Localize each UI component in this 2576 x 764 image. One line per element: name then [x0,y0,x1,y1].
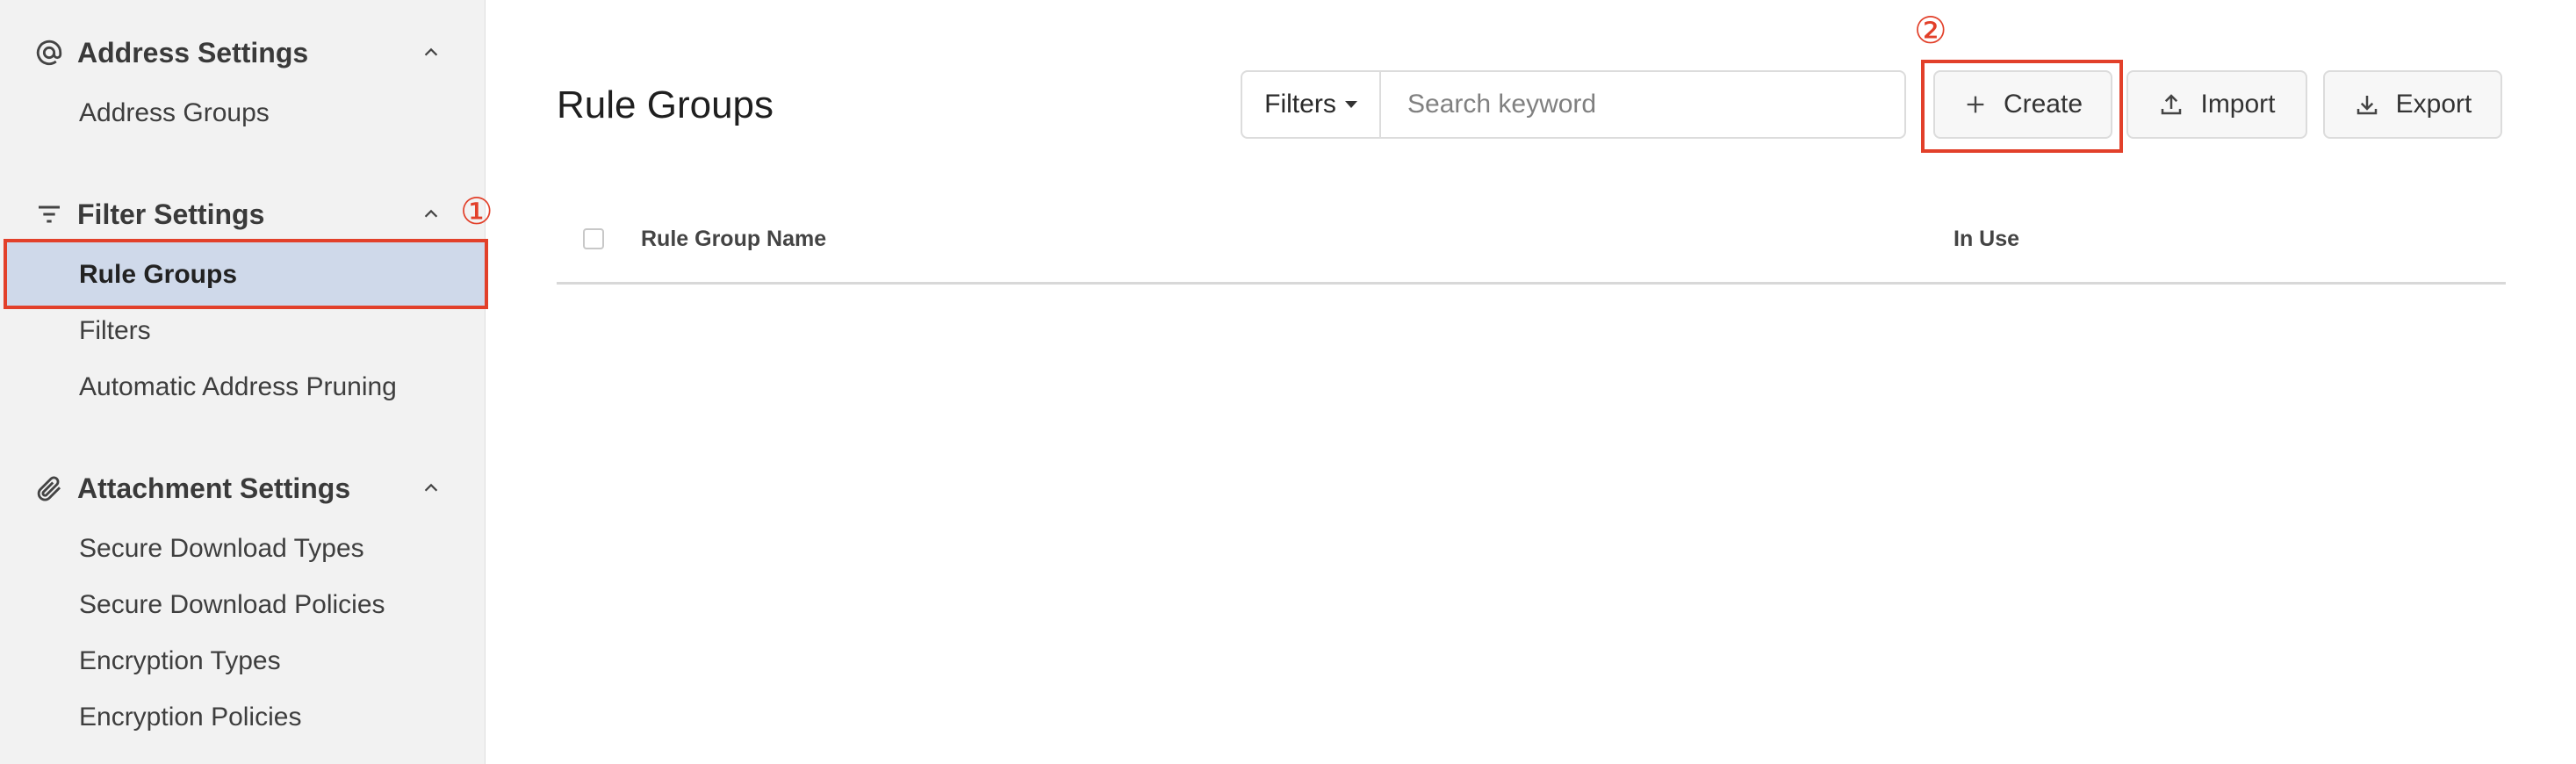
upload-icon [2162,94,2182,115]
sidebar-item-secure-download-policies[interactable]: Secure Download Policies [79,590,385,620]
export-button[interactable]: Export [2323,70,2502,139]
filter-lines-icon [32,197,67,232]
page-title: Rule Groups [557,83,774,126]
annotation-marker-2: ② [1914,9,1947,52]
import-button[interactable]: Import [2126,70,2307,139]
active-item-background [4,239,486,307]
caret-down-icon [1344,101,1357,108]
create-label: Create [2003,90,2083,119]
sidebar-item-rule-groups[interactable]: Rule Groups [79,260,237,290]
section-filter-settings[interactable]: Filter Settings [32,195,444,234]
annotation-marker-1: ① [460,190,493,233]
chevron-up-icon[interactable] [418,201,444,227]
sidebar-item-encryption-policies[interactable]: Encryption Policies [79,703,301,732]
paperclip-icon [32,471,67,506]
sidebar-item-filters[interactable]: Filters [79,316,151,346]
import-label: Import [2200,90,2276,119]
sidebar-item-automatic-address-pruning[interactable]: Automatic Address Pruning [79,372,397,402]
sidebar-item-secure-download-types[interactable]: Secure Download Types [79,534,364,564]
filters-label: Filters [1264,90,1336,119]
section-address-settings[interactable]: Address Settings [32,33,444,72]
section-label: Address Settings [77,36,309,68]
search-input[interactable] [1381,72,1904,137]
sidebar: Address Settings Address Groups Filter S… [0,0,486,764]
column-header-in-use[interactable]: In Use [1954,227,2019,252]
table-header: Rule Group Name In Use [557,211,2506,285]
select-all-checkbox[interactable] [583,228,604,249]
sidebar-item-encryption-types[interactable]: Encryption Types [79,646,281,676]
create-button[interactable]: Create [1933,70,2112,139]
column-header-rule-group-name[interactable]: Rule Group Name [641,227,826,252]
at-sign-icon [32,35,67,70]
filters-dropdown[interactable]: Filters [1242,72,1381,137]
section-label: Attachment Settings [77,472,351,504]
download-icon [2357,96,2377,115]
chevron-up-icon[interactable] [418,40,444,66]
chevron-up-icon[interactable] [418,475,444,501]
export-label: Export [2395,90,2472,119]
sidebar-item-address-groups[interactable]: Address Groups [79,98,270,128]
plus-icon [1967,96,1984,113]
section-label: Filter Settings [77,198,265,230]
section-attachment-settings[interactable]: Attachment Settings [32,469,444,508]
search-group: Filters [1241,70,1906,139]
